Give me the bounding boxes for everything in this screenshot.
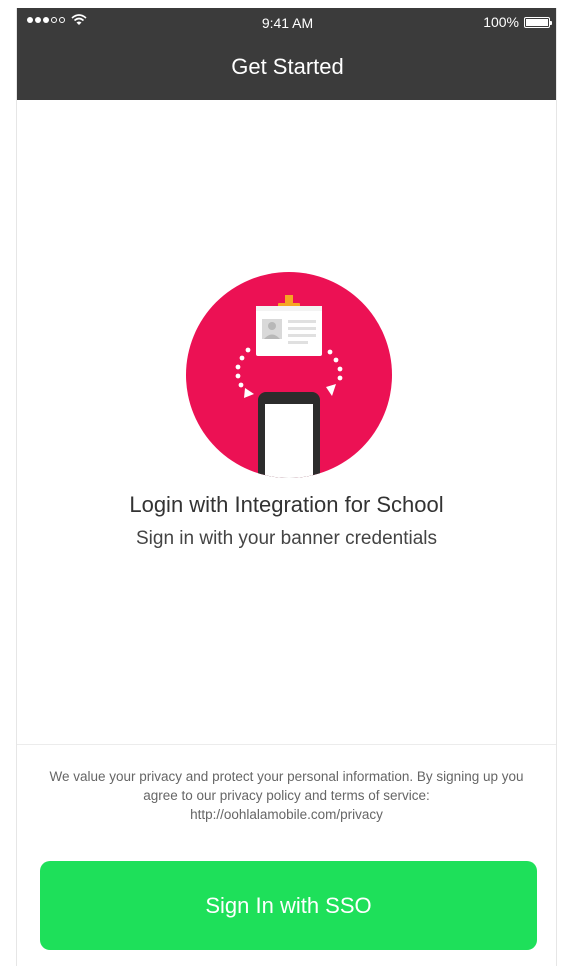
- battery-icon: [524, 16, 552, 28]
- login-headline: Login with Integration for School: [129, 492, 444, 517]
- page-title: Get Started: [231, 54, 344, 79]
- top-bar: 9:41 AM 100% Get Started: [17, 8, 556, 100]
- status-bar: 9:41 AM 100%: [17, 8, 556, 38]
- login-subline: Sign in with your banner credentials: [135, 528, 437, 549]
- status-time: 9:41 AM: [261, 15, 314, 31]
- privacy-notice: We value your privacy and protect your p…: [49, 769, 524, 822]
- status-right: 100%: [483, 14, 552, 30]
- id-card-to-phone-icon: [186, 272, 392, 478]
- phone-screen: 9:41 AM 100% Get Started Login with Inte…: [16, 8, 557, 966]
- battery-percent: 100%: [483, 14, 519, 30]
- footer-divider: [17, 744, 556, 745]
- sign-in-sso-button[interactable]: Sign In with SSO: [40, 861, 537, 950]
